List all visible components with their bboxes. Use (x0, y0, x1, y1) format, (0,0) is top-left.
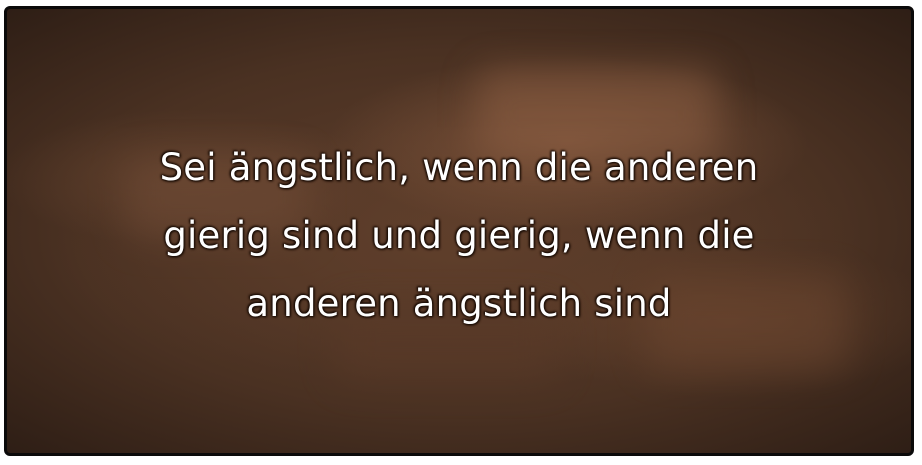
quote-line: Sei ängstlich, wenn die anderen (159, 146, 759, 189)
quote-line: gierig sind und gierig, wenn die (163, 214, 755, 257)
quote-text: Sei ängstlich, wenn die anderen gierig s… (7, 134, 911, 338)
quote-line: anderen ängstlich sind (246, 282, 672, 325)
quote-card: Sei ängstlich, wenn die anderen gierig s… (4, 6, 914, 456)
